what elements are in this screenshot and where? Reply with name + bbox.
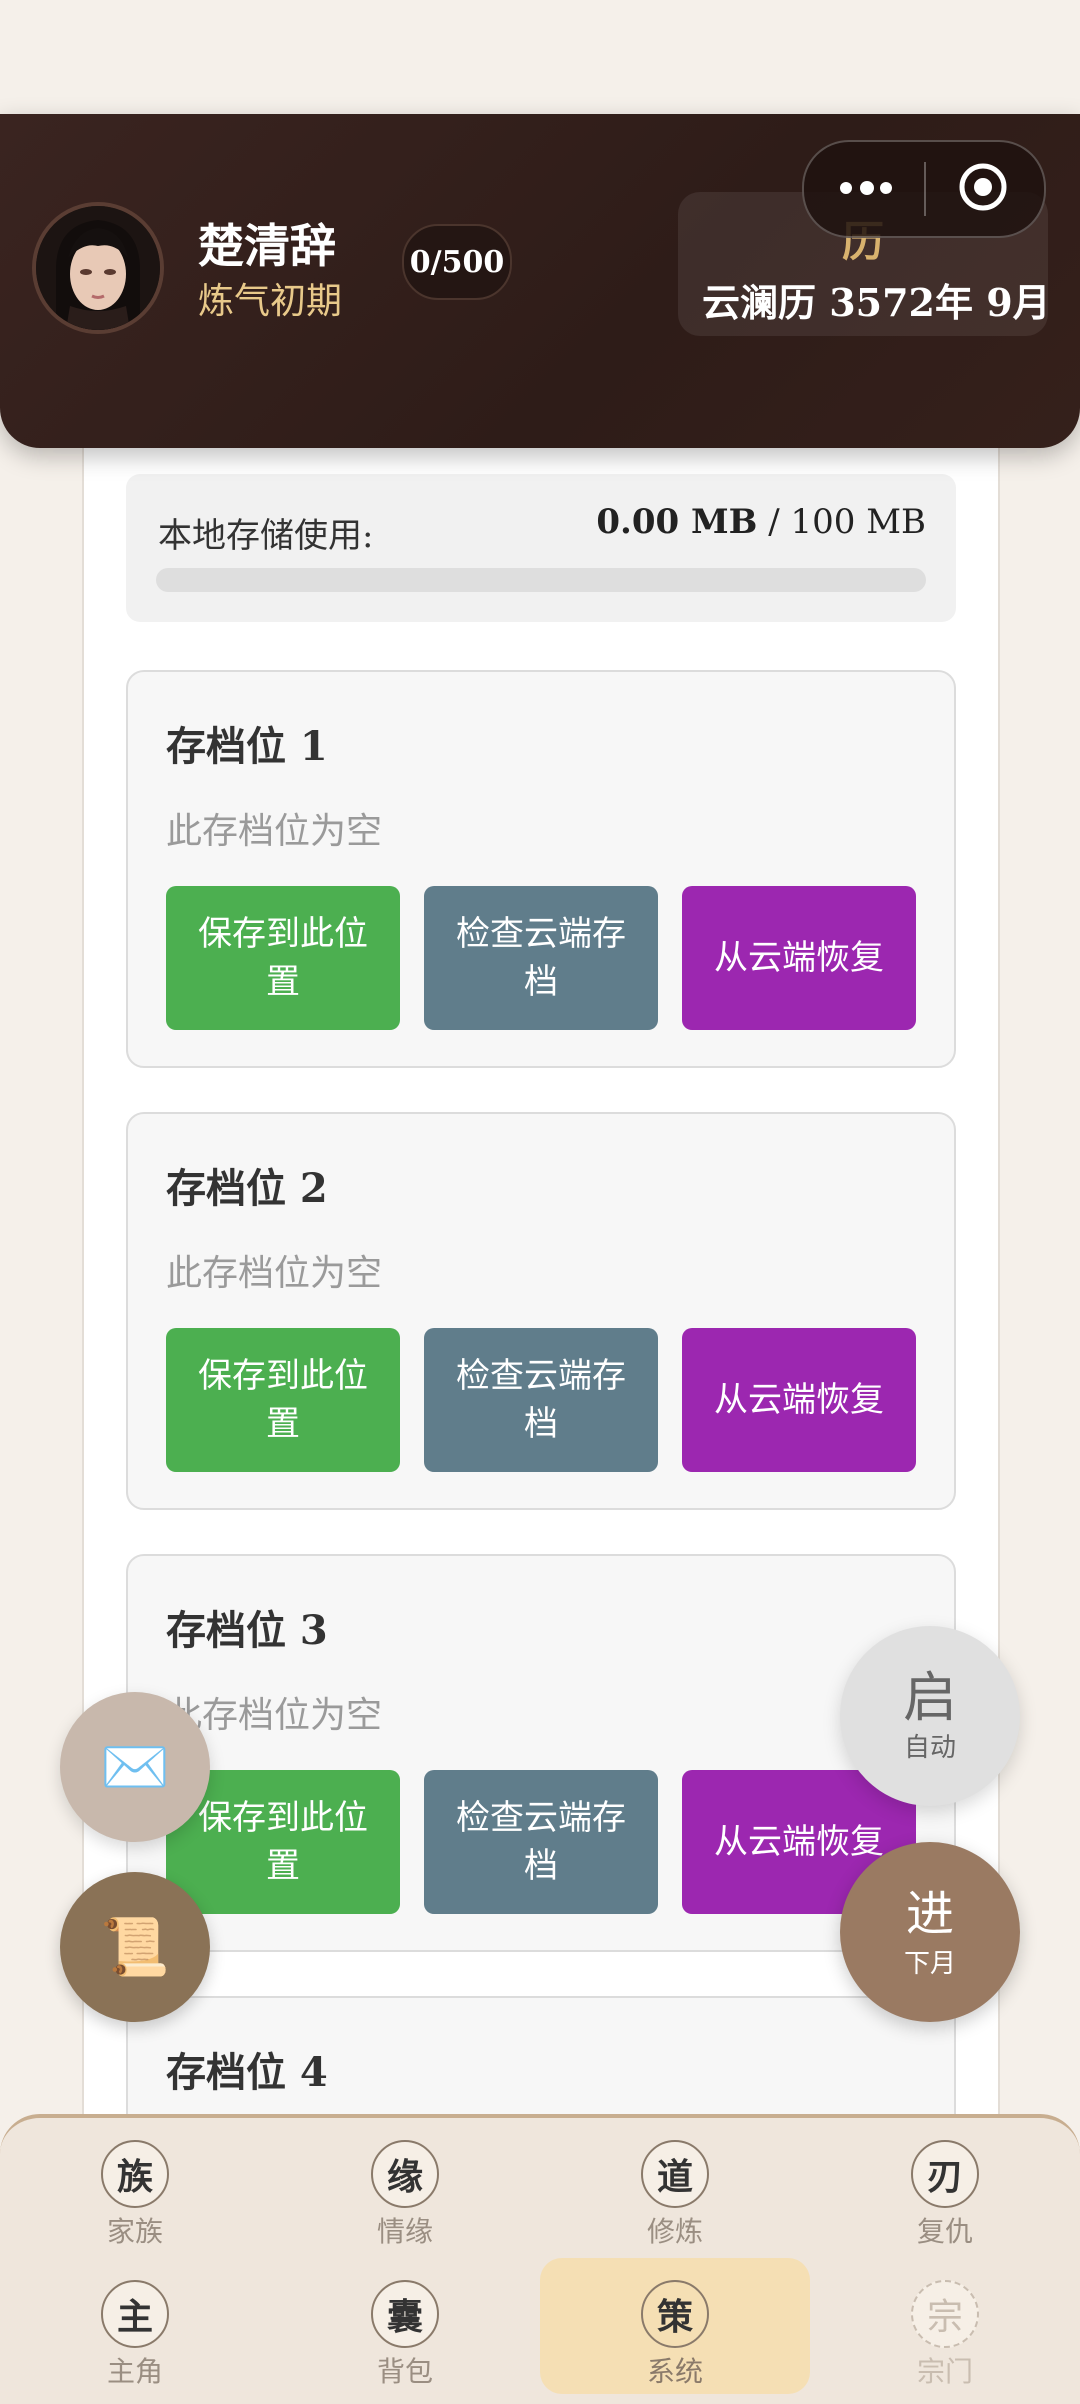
character-name: 楚清辞 (198, 219, 336, 273)
check-cloud-save-button[interactable]: 检查云端存档 (424, 1328, 658, 1472)
check-cloud-save-button[interactable]: 检查云端存档 (424, 1770, 658, 1914)
tab-label: 复仇 (916, 2215, 973, 2248)
tab-label: 系统 (646, 2355, 703, 2388)
next-month-button[interactable]: 进 下月 (840, 1842, 1020, 2022)
romance-tab-icon: 缘 (371, 2140, 439, 2208)
backpack-tab-icon: 囊 (371, 2280, 439, 2348)
scroll-button[interactable]: 📜 (60, 1872, 210, 2022)
cultivation-tab-icon: 道 (641, 2140, 709, 2208)
storage-label: 本地存储使用: (158, 516, 374, 556)
exp-counter: 0/500 (402, 224, 512, 300)
sect-tab-icon: 宗 (911, 2280, 979, 2348)
slot-title: 存档位 1 (166, 723, 328, 770)
slot-status: 此存档位为空 (166, 1253, 383, 1294)
tab-label: 家族 (106, 2215, 163, 2248)
mail-button[interactable]: ✉️ (60, 1692, 210, 1842)
mail-icon: ✉️ (100, 1735, 170, 1800)
scroll-icon: 📜 (100, 1915, 170, 1980)
save-to-slot-button[interactable]: 保存到此位置 (166, 886, 400, 1030)
auto-button-glyph: 启 (903, 1665, 957, 1729)
save-slot: 存档位 1 此存档位为空 保存到此位置 检查云端存档 从云端恢复 (126, 670, 956, 1068)
next-month-label: 下月 (903, 1948, 956, 1979)
slot-title: 存档位 3 (166, 1607, 328, 1654)
avatar[interactable] (32, 202, 164, 334)
next-month-glyph: 进 (905, 1885, 954, 1942)
slot-status: 此存档位为空 (166, 811, 383, 852)
cultivation-realm: 炼气初期 (198, 281, 343, 322)
protagonist-tab-icon: 主 (101, 2280, 169, 2348)
miniprogram-capsule (802, 140, 1046, 238)
tab-family[interactable]: 族 家族 (0, 2118, 270, 2258)
more-options-icon[interactable] (834, 166, 898, 206)
tab-label: 宗门 (916, 2355, 973, 2388)
storage-progress-bar (156, 568, 926, 592)
bottom-tab-bar: 族 家族 缘 情缘 道 修炼 刃 复仇 主 主角 囊 背包 策 系统 宗 宗门 (0, 2114, 1080, 2404)
tab-protagonist[interactable]: 主 主角 (0, 2258, 270, 2398)
tab-label: 情缘 (376, 2215, 433, 2248)
storage-separator: / (757, 502, 791, 542)
storage-total: 100 MB (790, 502, 926, 542)
save-to-slot-button[interactable]: 保存到此位置 (166, 1328, 400, 1472)
tab-cultivation[interactable]: 道 修炼 (540, 2118, 810, 2258)
check-cloud-save-button[interactable]: 检查云端存档 (424, 886, 658, 1030)
slot-title: 存档位 4 (166, 2049, 328, 2096)
family-tab-icon: 族 (101, 2140, 169, 2208)
system-tab-icon: 策 (641, 2280, 709, 2348)
tab-label: 主角 (106, 2355, 163, 2388)
tab-romance[interactable]: 缘 情缘 (270, 2118, 540, 2258)
calendar-date: 云澜历 3572年 9月 (702, 280, 1051, 325)
tab-label: 修炼 (646, 2215, 703, 2248)
save-slot: 存档位 2 此存档位为空 保存到此位置 检查云端存档 从云端恢复 (126, 1112, 956, 1510)
restore-from-cloud-button[interactable]: 从云端恢复 (682, 1328, 916, 1472)
storage-value: 0.00 MB / 100 MB (596, 502, 926, 542)
restore-from-cloud-button[interactable]: 从云端恢复 (682, 886, 916, 1030)
auto-button-label: 自动 (903, 1732, 956, 1763)
tab-label: 背包 (376, 2355, 433, 2388)
save-slot: 存档位 3 此存档位为空 保存到此位置 检查云端存档 从云端恢复 (126, 1554, 956, 1952)
storage-usage: 本地存储使用: 0.00 MB / 100 MB (126, 474, 956, 622)
auto-button[interactable]: 启 自动 (840, 1626, 1020, 1806)
tab-system[interactable]: 策 系统 (540, 2258, 810, 2398)
tab-revenge[interactable]: 刃 复仇 (810, 2118, 1080, 2258)
tab-backpack[interactable]: 囊 背包 (270, 2258, 540, 2398)
slot-title: 存档位 2 (166, 1165, 328, 1212)
storage-used: 0.00 MB (596, 502, 758, 542)
tab-sect[interactable]: 宗 宗门 (810, 2258, 1080, 2398)
close-target-icon[interactable] (958, 162, 1008, 212)
revenge-tab-icon: 刃 (911, 2140, 979, 2208)
